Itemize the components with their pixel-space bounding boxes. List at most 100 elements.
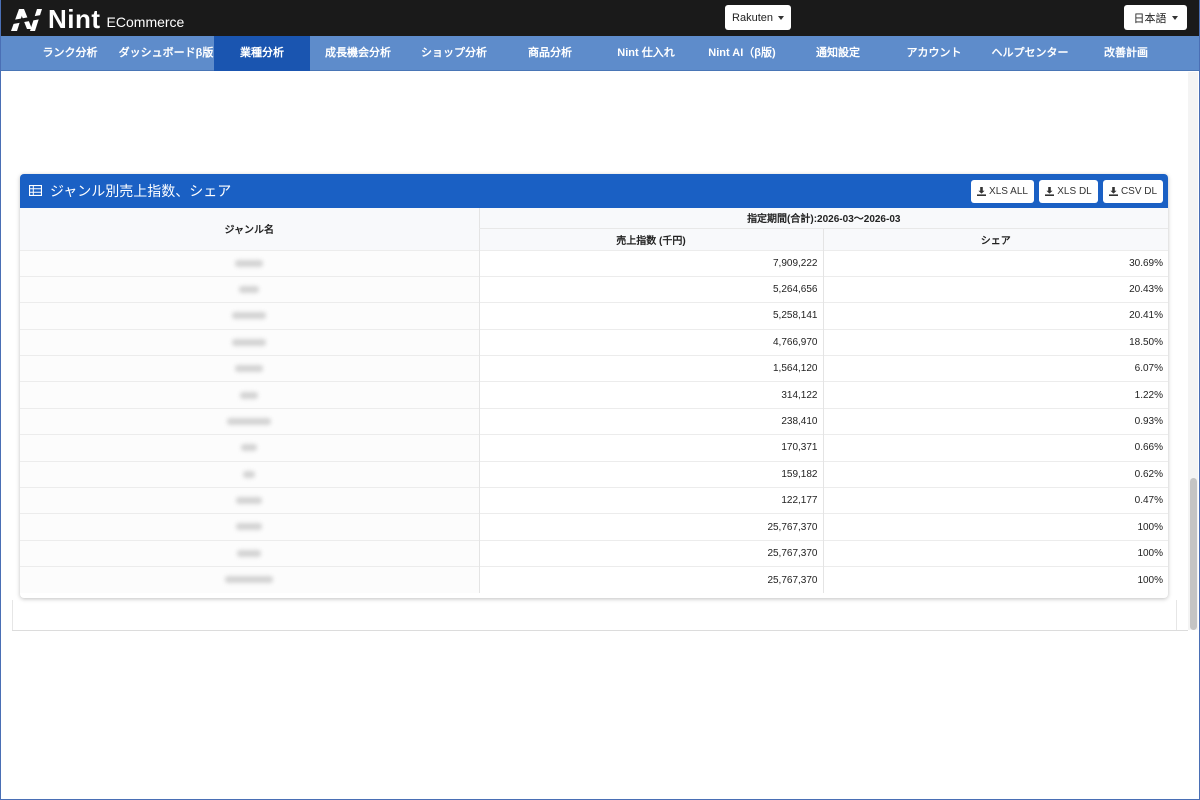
table-row: 25,767,370 100% xyxy=(20,566,1168,594)
share-cell: 0.93% xyxy=(822,407,1168,435)
blurred-genre-name xyxy=(225,576,274,584)
table-row: 314,122 1.22% xyxy=(20,381,1168,409)
genre-name-cell[interactable] xyxy=(20,513,479,541)
nint-logo-icon xyxy=(11,9,42,31)
table-row: 5,258,141 20.41% xyxy=(20,302,1168,330)
blurred-genre-name xyxy=(235,365,264,373)
nav-tab[interactable]: ダッシュボードβ版 xyxy=(118,36,214,71)
xls-dl-button[interactable]: XLS DL xyxy=(1039,180,1098,203)
sales-index-cell: 170,371 xyxy=(478,434,823,462)
table-row: 7,909,222 30.69% xyxy=(20,249,1168,277)
logo-text: Nint xyxy=(48,4,101,34)
genre-name-cell[interactable] xyxy=(20,566,479,594)
marketplace-select[interactable]: Rakuten xyxy=(725,5,791,30)
nav-tab[interactable]: ショップ分析 xyxy=(406,36,502,71)
nav-tab[interactable]: 成長機会分析 xyxy=(310,36,406,71)
marketplace-select-label: Rakuten xyxy=(732,11,773,24)
nav-tab[interactable]: ランク分析 xyxy=(22,36,118,71)
table-row: 5,264,656 20.43% xyxy=(20,275,1168,303)
column-header-genre-name[interactable]: ジャンル名 xyxy=(20,208,479,250)
blurred-genre-name xyxy=(236,523,263,531)
share-cell: 20.41% xyxy=(822,302,1168,330)
column-header-share[interactable]: シェア xyxy=(822,228,1168,250)
xls-all-button[interactable]: XLS ALL xyxy=(971,180,1034,203)
genre-name-cell[interactable] xyxy=(20,275,479,303)
genre-name-cell[interactable] xyxy=(20,302,479,330)
logo-subtitle: ECommerce xyxy=(106,14,185,30)
share-cell: 100% xyxy=(822,539,1168,567)
language-select-label: 日本語 xyxy=(1133,12,1167,25)
genre-name-cell[interactable] xyxy=(20,355,479,382)
sales-index-cell: 4,766,970 xyxy=(478,328,823,356)
genre-name-cell[interactable] xyxy=(20,460,479,488)
blurred-genre-name xyxy=(235,259,264,267)
nav-tab[interactable]: アカウント xyxy=(886,36,982,71)
table-body: 7,909,222 30.69% 5,264,656 20.43% 5,258,141 2… xyxy=(20,249,1168,594)
xls-dl-label: XLS DL xyxy=(1057,186,1092,197)
language-select[interactable]: 日本語 xyxy=(1124,5,1187,30)
nav-tabs: ランク分析 ダッシュボードβ版 業種分析 成長機会分析 ショップ分析 商品分析 Nint 仕… xyxy=(22,36,1174,71)
csv-dl-button[interactable]: CSV DL xyxy=(1103,180,1163,203)
panel-header: ジャンル別売上指数、シェア XLS ALL XLS DL CSV DL xyxy=(20,174,1168,208)
table-row: 4,766,970 18.50% xyxy=(20,328,1168,356)
share-cell: 100% xyxy=(822,513,1168,541)
genre-name-cell[interactable] xyxy=(20,381,479,409)
blurred-genre-name xyxy=(239,285,260,293)
table-icon xyxy=(29,185,42,196)
table-row: 159,182 0.62% xyxy=(20,460,1168,488)
csv-dl-label: CSV DL xyxy=(1120,186,1158,197)
main-nav: ランク分析 ダッシュボードβ版 業種分析 成長機会分析 ショップ分析 商品分析 Nint 仕… xyxy=(0,36,1200,71)
logo[interactable]: Nint ECommerce xyxy=(10,4,184,32)
share-cell: 100% xyxy=(822,566,1168,594)
nav-tab[interactable]: 改善計画 xyxy=(1078,36,1174,71)
scrollbar-thumb[interactable] xyxy=(1190,478,1197,630)
nav-tab[interactable]: Nint 仕入れ xyxy=(598,36,694,71)
genre-name-cell[interactable] xyxy=(20,249,479,277)
table-row: 1,564,120 6.07% xyxy=(20,355,1168,382)
sales-index-cell: 122,177 xyxy=(478,487,823,514)
nav-tab[interactable]: ヘルプセンター xyxy=(982,36,1078,71)
genre-name-cell[interactable] xyxy=(20,328,479,356)
sales-index-cell: 7,909,222 xyxy=(478,249,823,277)
genre-name-cell[interactable] xyxy=(20,407,479,435)
nav-tab[interactable]: 業種分析 xyxy=(214,36,310,71)
table-row: 170,371 0.66% xyxy=(20,434,1168,462)
sales-index-cell: 314,122 xyxy=(478,381,823,409)
panel-title: ジャンル別売上指数、シェア xyxy=(50,183,232,199)
sales-index-cell: 159,182 xyxy=(478,460,823,488)
genre-name-cell[interactable] xyxy=(20,539,479,567)
nav-tab[interactable]: 商品分析 xyxy=(502,36,598,71)
table-row: 25,767,370 100% xyxy=(20,539,1168,567)
column-header-sales-index[interactable]: 売上指数 (千円) xyxy=(478,228,823,250)
sales-index-cell: 5,264,656 xyxy=(478,275,823,303)
blurred-genre-name xyxy=(243,470,256,478)
sales-index-cell: 25,767,370 xyxy=(478,513,823,541)
genre-name-cell[interactable] xyxy=(20,487,479,514)
share-cell: 0.66% xyxy=(822,434,1168,462)
sales-index-cell: 25,767,370 xyxy=(478,539,823,567)
blurred-genre-name xyxy=(227,417,272,425)
top-bar: Nint ECommerce Rakuten 日本語 xyxy=(0,0,1200,36)
blurred-genre-name xyxy=(232,312,267,320)
download-icon xyxy=(1108,187,1118,196)
nav-tab[interactable]: 通知設定 xyxy=(790,36,886,71)
share-cell: 1.22% xyxy=(822,381,1168,409)
caret-down-icon xyxy=(778,15,784,20)
share-cell: 0.47% xyxy=(822,487,1168,514)
content-border-bottom xyxy=(12,630,1188,631)
sales-index-cell: 25,767,370 xyxy=(478,566,823,594)
period-header: 指定期間(合計):2026-03〜2026-03 xyxy=(478,208,1168,229)
table-row: 25,767,370 100% xyxy=(20,513,1168,541)
download-icon xyxy=(977,187,987,196)
genre-name-cell[interactable] xyxy=(20,434,479,462)
share-cell: 18.50% xyxy=(822,328,1168,356)
content-border-left xyxy=(12,600,13,630)
caret-down-icon xyxy=(1171,15,1178,20)
blurred-genre-name xyxy=(237,549,262,557)
nav-tab[interactable]: Nint AI（β版) xyxy=(694,36,790,71)
blurred-genre-name xyxy=(236,497,263,505)
share-cell: 0.62% xyxy=(822,460,1168,488)
download-icon xyxy=(1045,187,1055,196)
blurred-genre-name xyxy=(241,444,258,452)
xls-all-label: XLS ALL xyxy=(989,186,1028,197)
